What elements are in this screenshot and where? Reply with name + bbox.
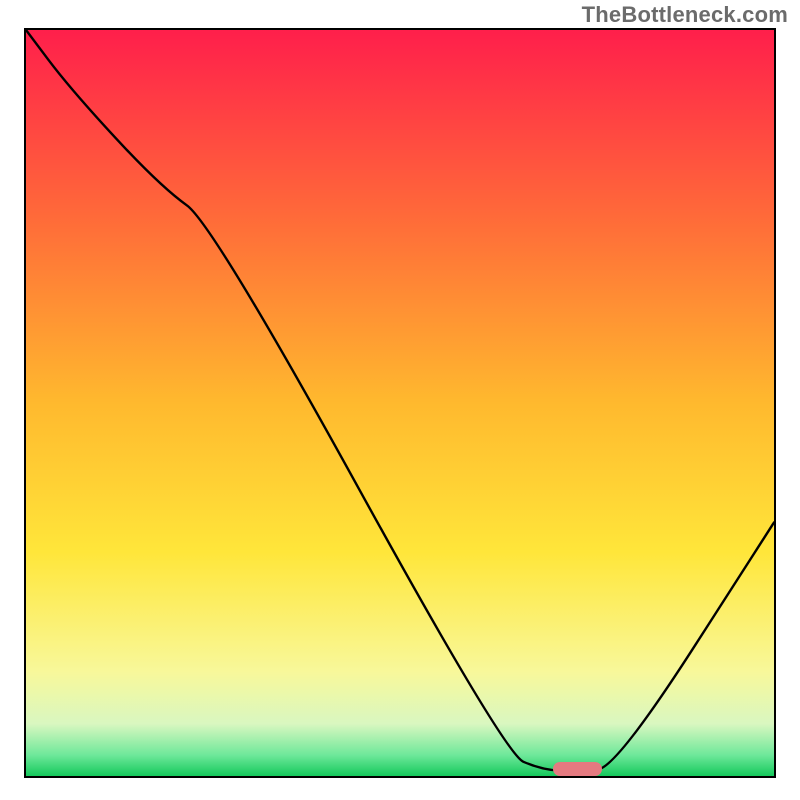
optimal-range-marker [553,762,602,776]
chart-frame: TheBottleneck.com [0,0,800,800]
gradient-background [26,30,774,776]
watermark-text: TheBottleneck.com [582,2,788,28]
plot-area [24,28,776,778]
plot-svg [26,30,774,776]
